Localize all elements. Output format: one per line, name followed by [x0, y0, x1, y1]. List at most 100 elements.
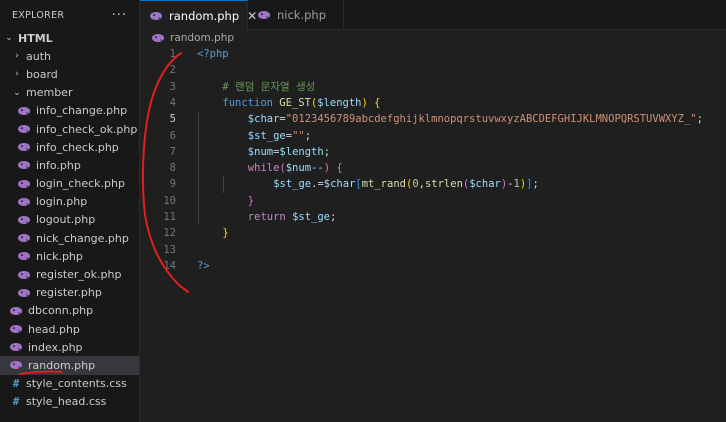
php-elephant-icon [18, 252, 30, 261]
tree-item-index-php[interactable]: index.php [0, 338, 139, 356]
code-token: GE_ST [279, 96, 311, 109]
tree-item-logout-php[interactable]: logout.php [0, 211, 139, 229]
php-elephant-icon [18, 106, 30, 115]
tree-item-login-php[interactable]: login.php [0, 193, 139, 211]
code-token: mt_rand [361, 178, 406, 191]
code-token: } [222, 227, 229, 240]
code-line[interactable]: 9 $st_ge.=$char[mt_rand(0,strlen($char)-1… [140, 176, 726, 193]
css-hash-icon: # [12, 377, 20, 391]
code-line[interactable]: 5 $char="0123456789abcdefghijklmnopqrstuv… [140, 111, 726, 128]
tree-item-label: logout.php [36, 213, 96, 227]
tree-item-info-check-php[interactable]: info_check.php [0, 138, 139, 156]
code-token: ; [323, 145, 331, 158]
code-line[interactable]: 1 <?php [140, 46, 726, 62]
php-elephant-icon [18, 234, 30, 243]
indent-guide [198, 127, 199, 144]
code-token: -- [311, 162, 324, 175]
line-number: 1 [169, 48, 176, 60]
tree-item-label: nick.php [36, 249, 83, 263]
code-line[interactable]: 3 # 랜덤 문자열 생성 [140, 79, 726, 95]
code-line[interactable]: 8 while($num--) { [140, 160, 726, 177]
indent-guide [198, 176, 199, 193]
code-line[interactable]: 11 return $st_ge; [140, 209, 726, 226]
tree-item-board[interactable]: › board [0, 65, 139, 83]
indent-guide [198, 111, 199, 128]
tree-item-label: register.php [36, 286, 102, 300]
code-token: $char [247, 113, 280, 126]
tab-nick-php[interactable]: nick.php [248, 0, 344, 30]
tree-item-label: head.php [28, 322, 80, 336]
line-number: 12 [163, 227, 176, 240]
code-line[interactable]: 13 [140, 242, 726, 258]
line-number: 3 [169, 80, 176, 93]
tree-item-random-php[interactable]: random.php [0, 356, 139, 375]
tab-bar: random.php ✕ nick.php [140, 0, 726, 30]
code-line[interactable]: 10} [140, 192, 726, 209]
tree-item-info-change-php[interactable]: info_change.php [0, 102, 139, 120]
tree-item-html[interactable]: ⌄ HTML [0, 29, 139, 47]
tree-item-style-contents-css[interactable]: # style_contents.css [0, 375, 139, 393]
tree-item-label: auth [26, 49, 51, 63]
tree-item-head-php[interactable]: head.php [0, 320, 139, 338]
breadcrumb[interactable]: random.php [140, 30, 234, 46]
more-actions-icon[interactable]: ··· [112, 8, 127, 23]
tree-item-register-php[interactable]: register.php [0, 284, 139, 302]
line-number: 4 [169, 96, 176, 109]
code-editor[interactable]: 1 <?php 2 3 # 랜덤 문자열 생성 4 function GE_ST($leng… [140, 46, 726, 422]
code-token: { [374, 96, 381, 109]
tree-item-label: nick_change.php [36, 231, 129, 245]
file-tree: ⌄ HTML › auth › board ⌄ member info_change.php in… [0, 29, 139, 411]
code-content: $char="0123456789abcdefghijklmnopqrstuvw… [248, 111, 703, 127]
tree-item-member[interactable]: ⌄ member [0, 84, 139, 102]
php-elephant-icon [18, 161, 30, 170]
code-content: return $st_ge; [248, 209, 337, 225]
tree-item-label: board [26, 67, 58, 81]
tree-item-register-ok-php[interactable]: register_ok.php [0, 265, 139, 283]
code-content: while($num--) { [248, 160, 343, 176]
tree-item-nick-change-php[interactable]: nick_change.php [0, 229, 139, 247]
php-elephant-icon [18, 215, 30, 224]
code-token: return [247, 211, 293, 223]
code-token: { [336, 162, 343, 175]
code-content: <?php [197, 46, 229, 62]
php-elephant-icon [10, 325, 22, 334]
code-line[interactable]: 6 $st_ge=""; [140, 127, 726, 144]
tree-item-label: login.php [36, 195, 88, 209]
code-line[interactable]: 7 $num=$length; [140, 143, 726, 161]
php-elephant-icon [18, 197, 30, 206]
tree-item-dbconn-php[interactable]: dbconn.php [0, 302, 139, 320]
chevron-down-icon: ⌄ [13, 87, 21, 98]
explorer-title: EXPLORER [12, 9, 65, 21]
code-line[interactable]: 4 function GE_ST($length) { [140, 95, 726, 111]
line-number: 7 [169, 145, 176, 158]
code-content: # 랜덤 문자열 생성 [222, 79, 315, 95]
php-elephant-icon [10, 306, 22, 315]
code-token: $char [469, 178, 501, 191]
tree-item-auth[interactable]: › auth [0, 47, 139, 65]
line-number: 11 [163, 211, 176, 223]
tree-item-login-check-php[interactable]: login_check.php [0, 175, 139, 193]
tab-random-php[interactable]: random.php ✕ [140, 0, 257, 30]
code-token: $st_ge [273, 178, 312, 191]
code-token: strlen [424, 178, 463, 191]
php-elephant-icon [152, 34, 164, 42]
code-token: ; [696, 113, 703, 126]
code-line[interactable]: 12} [140, 225, 726, 241]
tree-item-info-php[interactable]: info.php [0, 156, 139, 174]
code-line[interactable]: 2 [140, 62, 726, 78]
tree-item-label: random.php [28, 358, 96, 372]
code-token: while [247, 162, 280, 175]
line-number: 6 [169, 129, 176, 142]
tree-item-label: info.php [36, 158, 81, 172]
tree-item-style-head-css[interactable]: # style_head.css [0, 393, 139, 411]
line-number: 14 [163, 259, 176, 272]
code-token: ; [532, 178, 539, 191]
breadcrumb-file[interactable]: random.php [170, 32, 234, 44]
tree-item-nick-php[interactable]: nick.php [0, 247, 139, 265]
code-token: .= [311, 178, 324, 191]
php-elephant-icon [150, 11, 162, 20]
indent-guide [198, 160, 199, 177]
tree-item-info-check-ok-php[interactable]: info_check_ok.php [0, 120, 139, 138]
code-line[interactable]: 14 ?> [140, 258, 726, 274]
line-number: 9 [169, 178, 176, 191]
